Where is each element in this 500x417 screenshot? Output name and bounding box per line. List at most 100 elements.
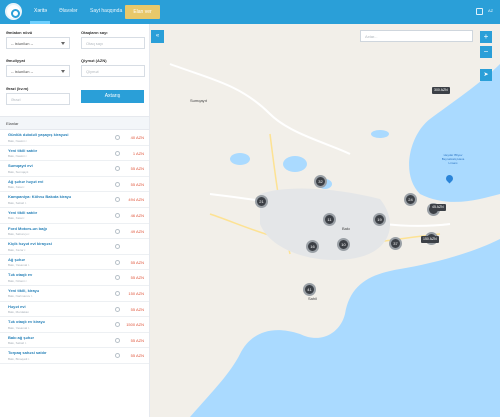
favorite-icon[interactable]: [115, 135, 120, 140]
list-item[interactable]: Tək otaqlı ev Bakı, Nizami r. 55 AZN: [0, 270, 149, 286]
list-item-title[interactable]: Sumqayıt evi: [8, 163, 33, 168]
listing-list: Günlük dəbdəli yaşayış kirayəsi Bakı, Nəs…: [0, 130, 149, 364]
rooms-label: Otaqların sayı: [81, 30, 108, 35]
label-sahil: Sahil: [308, 296, 317, 301]
list-item-title[interactable]: Tək otaqlı ev: [8, 272, 32, 277]
list-item[interactable]: Ağ şəhər Bakı, Yasamal r. 55 AZN: [0, 255, 149, 271]
zoom-out-button[interactable]: −: [480, 46, 492, 58]
list-item[interactable]: Ford Motors-un bağı Bakı, Sabunçu r. 49 AZ…: [0, 224, 149, 240]
type-label: Əmlakın növü: [6, 30, 33, 35]
favorite-icon[interactable]: [115, 275, 120, 281]
map-price-marker[interactable]: 300 AZN: [432, 87, 450, 94]
list-item-title[interactable]: Yeni tikili satılır: [8, 210, 37, 215]
type-select[interactable]: -- istənilən --: [6, 37, 70, 49]
list-item-price: 55 AZN: [130, 166, 144, 172]
map-cluster[interactable]: 24: [404, 193, 417, 206]
favorite-icon[interactable]: [115, 244, 120, 250]
list-item[interactable]: Ağ şəhər həyət evi Bakı, Xətai r. 55 AZN: [0, 177, 149, 193]
favorite-icon[interactable]: [115, 197, 120, 203]
map-cluster[interactable]: 37: [389, 237, 402, 250]
list-item-title[interactable]: Günlük dəbdəli yaşayış kirayəsi: [8, 132, 68, 137]
map-cluster[interactable]: 21: [255, 195, 268, 208]
locate-icon[interactable]: ➤: [480, 69, 492, 81]
list-item[interactable]: Kiçik həyət evi kirayəsi Bakı, Xəzər r.: [0, 239, 149, 255]
language-switch[interactable]: AZ: [488, 8, 493, 13]
list-item-subtitle: Bakı, Xətai r.: [8, 216, 26, 221]
list-item-subtitle: Bakı, Yasamal r.: [8, 263, 30, 268]
favorite-icon[interactable]: [115, 353, 120, 359]
list-item-price: 55 AZN: [130, 275, 144, 281]
map-price-marker[interactable]: 45 AZN: [430, 204, 446, 211]
list-item-subtitle: Bakı, Səbail r.: [8, 341, 27, 346]
favorite-icon[interactable]: [115, 181, 120, 187]
list-item-price: 46 AZN: [130, 212, 144, 218]
list-item[interactable]: Günlük dəbdəli yaşayış kirayəsi Bakı, Nəs…: [0, 130, 149, 146]
user-icon[interactable]: [476, 8, 483, 15]
map-cluster[interactable]: 19: [373, 213, 386, 226]
list-item[interactable]: Yeni tikili, kirayə Bakı, Nərimanov r. 150…: [0, 286, 149, 302]
area-input[interactable]: Ərazi: [6, 93, 70, 105]
list-item-title[interactable]: Torpaq sahəsi satılır: [8, 350, 47, 355]
sidebar: Əmlakın növü -- istənilən -- Otaqların s…: [0, 24, 150, 417]
area-label: Ərazi (kv.m): [6, 86, 29, 91]
favorite-icon[interactable]: [115, 150, 120, 156]
search-button[interactable]: Axtarış: [81, 90, 144, 103]
rooms-input[interactable]: Otaq sayı: [81, 37, 145, 49]
map-cluster[interactable]: 16: [306, 240, 319, 253]
list-item-subtitle: Bakı, Xəzər r.: [8, 247, 27, 252]
favorite-icon[interactable]: [115, 166, 120, 172]
list-item-subtitle: Bakı, Nəsimi r.: [8, 154, 28, 159]
price-input[interactable]: Qiymət: [81, 65, 145, 77]
list-item[interactable]: Kampaniya: Köhnə Bakıda kirayə Bakı, Səba…: [0, 192, 149, 208]
list-item-price: 1500 AZN: [126, 322, 144, 328]
list-item[interactable]: Sumqayıt evi Bakı, Sumqayıt 55 AZN: [0, 161, 149, 177]
list-item-title[interactable]: Ağ şəhər: [8, 257, 25, 262]
list-item[interactable]: Yeni tikili satılır Bakı, Nəsimi r. 1 AZN: [0, 146, 149, 162]
list-item-title[interactable]: Tək otaqlı ev kirayə: [8, 319, 45, 324]
list-item-subtitle: Bakı, Nəsimi r.: [8, 138, 28, 143]
list-item-subtitle: Bakı, Sumqayıt: [8, 169, 29, 174]
airport-label: Heydər Əliyev Beynəlxalq Hava Limanı: [441, 153, 465, 165]
map-cluster[interactable]: 41: [303, 283, 316, 296]
list-item-title[interactable]: Ağ şəhər həyət evi: [8, 179, 43, 184]
favorite-icon[interactable]: [115, 259, 120, 265]
list-item-title[interactable]: Bakı ağ şəhər: [8, 335, 34, 340]
list-item-subtitle: Bakı, Xətai r.: [8, 185, 26, 190]
list-header: Elanlar: [0, 116, 149, 130]
logo[interactable]: [5, 3, 22, 20]
list-item[interactable]: Həyət evi Bakı, Mərdəkan 55 AZN: [0, 302, 149, 318]
list-item-title[interactable]: Kampaniya: Köhnə Bakıda kirayə: [8, 194, 71, 199]
deal-select[interactable]: -- istənilən --: [6, 65, 70, 77]
list-item-price: 1 AZN: [132, 150, 144, 156]
list-item-title[interactable]: Ford Motors-un bağı: [8, 226, 47, 231]
list-item[interactable]: Torpaq sahəsi satılır Bakı, Binəqədi r. 55…: [0, 348, 149, 364]
zoom-in-button[interactable]: +: [480, 31, 492, 43]
nav-map[interactable]: Xəritə: [34, 8, 47, 14]
list-item-price: 150 AZN: [128, 290, 144, 296]
list-item-title[interactable]: Kiçik həyət evi kirayəsi: [8, 241, 52, 246]
list-item[interactable]: Bakı ağ şəhər Bakı, Səbail r. 55 AZN: [0, 333, 149, 349]
map-cluster[interactable]: 11: [323, 213, 336, 226]
favorite-icon[interactable]: [115, 322, 120, 328]
nav-extras[interactable]: Əlavələr: [59, 8, 78, 14]
collapse-sidebar-button[interactable]: «: [151, 30, 164, 43]
favorite-icon[interactable]: [115, 228, 120, 234]
list-item-title[interactable]: Həyət evi: [8, 304, 26, 309]
map-cluster[interactable]: 10: [337, 238, 350, 251]
map-price-marker[interactable]: 150 AZN: [421, 236, 439, 243]
announce-button[interactable]: Elan ver: [125, 5, 160, 19]
favorite-icon[interactable]: [115, 212, 120, 218]
list-item[interactable]: Yeni tikili satılır Bakı, Xətai r. 46 AZN: [0, 208, 149, 224]
favorite-icon[interactable]: [115, 337, 120, 343]
nav-about[interactable]: Sayt haqqında: [90, 8, 122, 14]
list-item-price: 40 AZN: [130, 135, 144, 140]
list-item-title[interactable]: Yeni tikili satılır: [8, 148, 37, 153]
price-label: Qiymət (AZN): [81, 58, 107, 63]
list-item[interactable]: Tək otaqlı ev kirayə Bakı, Yasamal r. 1500…: [0, 317, 149, 333]
map-cluster[interactable]: 32: [314, 175, 327, 188]
map-search-input[interactable]: Axtar...: [360, 30, 473, 42]
label-baki: Bakı: [342, 226, 351, 231]
list-item-title[interactable]: Yeni tikili, kirayə: [8, 288, 39, 293]
favorite-icon[interactable]: [115, 306, 120, 312]
favorite-icon[interactable]: [115, 290, 120, 296]
